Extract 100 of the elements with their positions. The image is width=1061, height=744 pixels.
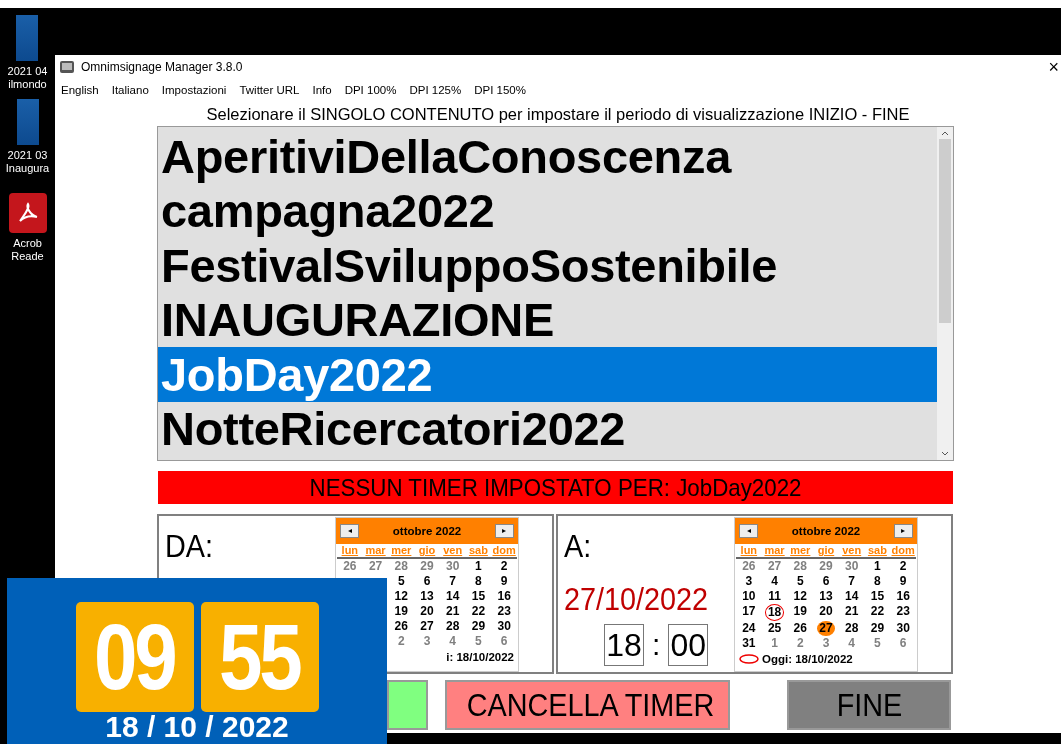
calendar-day[interactable]: 2 [395,634,407,649]
calendar-day[interactable]: 19 [791,604,809,621]
calendar-day[interactable]: 13 [418,589,436,604]
calendar-day[interactable]: 28 [392,559,410,574]
calendar-day[interactable]: 29 [469,619,488,634]
calendar-day[interactable]: 22 [868,604,887,621]
calendar-day[interactable]: 8 [473,574,484,589]
calendar-day[interactable]: 7 [846,574,858,589]
calendar-day[interactable]: 15 [469,589,488,604]
calendar-day[interactable]: 5 [872,636,883,651]
menu-item[interactable]: Info [312,84,332,96]
calendar-day[interactable]: 3 [820,636,832,651]
calendar-day[interactable]: 8 [872,574,883,589]
calendar-day[interactable]: 21 [444,604,462,619]
calendar-day[interactable]: 31 [740,636,758,651]
calendar-day[interactable]: 27 [418,619,436,634]
calendar-day[interactable]: 24 [740,621,758,636]
calendar-day[interactable]: 29 [817,559,835,574]
menu-item[interactable]: DPI 125% [409,84,462,96]
close-button[interactable]: × [1048,56,1059,78]
calendar-day[interactable]: 29 [868,621,887,636]
previous-month-button[interactable]: ◂ [340,524,359,538]
menu-item[interactable]: English [61,84,99,96]
calendar-day[interactable]: 20 [418,604,436,619]
confirm-button[interactable] [387,680,428,730]
previous-month-button[interactable]: ◂ [739,524,758,538]
calendar-day[interactable]: 5 [395,574,407,589]
menu-item[interactable]: Twitter URL [239,84,300,96]
calendar-day[interactable]: 17 [740,604,758,621]
calendar-day[interactable]: 4 [846,636,858,651]
content-list-item[interactable]: NotteRicercatori2022 [158,401,937,456]
calendar-day[interactable]: 2 [498,559,510,574]
content-list-item[interactable]: JobDay2022 [158,347,937,402]
calendar-day[interactable]: 13 [817,589,835,604]
calendar-day[interactable]: 27 [366,559,385,574]
cancel-timer-button[interactable]: CANCELLA TIMER [445,680,730,730]
calendar-day[interactable]: 30 [495,619,513,634]
calendar-day[interactable]: 26 [740,559,758,574]
calendar-day[interactable]: 2 [794,636,806,651]
calendar-day[interactable]: 1 [872,559,883,574]
content-list-item[interactable]: campagna2022 [158,183,937,238]
calendar-day[interactable]: 14 [843,589,861,604]
calendar-day[interactable]: 5 [473,634,484,649]
pdf-file-icon[interactable] [8,193,47,233]
calendar-day[interactable]: 2 [897,559,909,574]
calendar-day[interactable]: 30 [843,559,861,574]
hour-field[interactable]: 18 [604,624,644,666]
calendar-day[interactable]: 27 [817,621,835,636]
calendar-day[interactable]: 1 [473,559,484,574]
calendar-day[interactable]: 12 [791,589,809,604]
calendar-day[interactable]: 23 [495,604,513,619]
menu-item[interactable]: Impostazioni [161,84,227,96]
calendar-day[interactable]: 9 [498,574,510,589]
calendar-day[interactable]: 11 [766,589,783,604]
calendar-day[interactable]: 12 [392,589,410,604]
calendar-day[interactable]: 6 [820,574,832,589]
calendar-day[interactable]: 26 [392,619,410,634]
calendar-day[interactable]: 7 [447,574,459,589]
next-month-button[interactable]: ▸ [894,524,913,538]
calendar-day[interactable]: 28 [791,559,809,574]
menu-item[interactable]: DPI 100% [344,84,397,96]
minute-field[interactable]: 00 [668,624,709,666]
calendar-day[interactable]: 27 [765,559,784,574]
content-list-item[interactable]: AperitiviDellaConoscenza [158,129,937,184]
calendar-day[interactable]: 19 [392,604,410,619]
calendar-day[interactable]: 16 [894,589,912,604]
calendar-day[interactable]: 26 [791,621,809,636]
calendar-day[interactable]: 10 [740,589,758,604]
calendar-day[interactable]: 6 [421,574,433,589]
document-thumbnail-icon[interactable] [16,15,39,61]
calendar-day[interactable]: 22 [469,604,488,619]
calendar-day[interactable]: 25 [765,621,784,636]
calendar-day[interactable]: 3 [421,634,433,649]
calendar-day[interactable]: 16 [495,589,513,604]
calendar-day[interactable]: 28 [843,621,861,636]
content-list-item[interactable]: FestivalSviluppoSostenibile [158,238,937,293]
calendar-day[interactable]: 30 [894,621,912,636]
calendar-day[interactable]: 21 [843,604,861,621]
calendar-day[interactable]: 29 [418,559,436,574]
calendar-day[interactable]: 23 [894,604,912,621]
next-month-button[interactable]: ▸ [495,524,514,538]
calendar-day[interactable]: 26 [341,559,359,574]
calendar-day[interactable]: 5 [794,574,806,589]
calendar-day[interactable]: 3 [743,574,755,589]
calendar-day[interactable]: 30 [444,559,462,574]
calendar-day[interactable]: 1 [769,636,780,651]
calendar-day[interactable]: 6 [897,636,909,651]
calendar-day[interactable]: 28 [444,619,462,634]
calendar-day[interactable]: 15 [868,589,887,604]
finish-button[interactable]: FINE [787,680,951,730]
calendar-day[interactable]: 4 [447,634,459,649]
scrollbar[interactable] [937,127,953,460]
menu-item[interactable]: DPI 150% [474,84,526,96]
calendar-day[interactable]: 4 [769,574,780,589]
calendar-day[interactable]: 9 [897,574,909,589]
content-list-item[interactable]: INAUGURAZIONE [158,292,937,347]
calendar-day[interactable]: 14 [444,589,462,604]
calendar-day[interactable]: 20 [817,604,835,621]
calendar-day[interactable]: 6 [498,634,510,649]
document-thumbnail-icon[interactable] [16,99,39,145]
